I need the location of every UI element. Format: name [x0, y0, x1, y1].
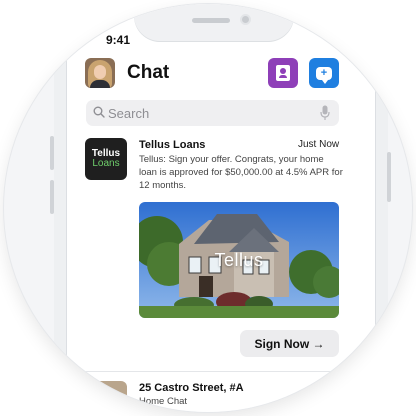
- image-brand-text: Tellus: [214, 250, 264, 270]
- page-title: Chat: [127, 62, 170, 83]
- status-time: 9:41: [106, 33, 131, 47]
- tellus-loans-logo[interactable]: Tellus Loans: [85, 138, 127, 180]
- profile-avatar[interactable]: [85, 58, 115, 88]
- phone-right-edge: [375, 4, 388, 412]
- front-camera: [240, 14, 251, 25]
- volume-up-button: [50, 136, 54, 170]
- message-divider: [84, 371, 340, 372]
- message-time: Just Now: [298, 139, 340, 150]
- logo-line-2: Loans: [92, 158, 120, 169]
- speaker-grille: [192, 18, 230, 23]
- search-input[interactable]: [108, 105, 308, 121]
- phone-mockup-frame: 9:41 Chat + Tellus Loans Tellus Loans Ju…: [4, 4, 412, 412]
- compose-button[interactable]: +: [309, 58, 339, 88]
- search-icon: [93, 106, 105, 118]
- message-image-card[interactable]: Tellus: [139, 202, 339, 318]
- compose-message-icon: +: [316, 66, 332, 84]
- contacts-button[interactable]: [268, 58, 298, 88]
- message-sender[interactable]: Tellus Loans: [139, 139, 205, 151]
- volume-down-button: [50, 180, 54, 214]
- power-button: [387, 152, 391, 202]
- sign-now-button[interactable]: Sign Now →: [240, 330, 339, 357]
- contacts-icon: [276, 65, 290, 81]
- microphone-icon[interactable]: [320, 105, 330, 121]
- property-avatar[interactable]: [85, 381, 127, 412]
- message-preview[interactable]: Tellus: Sign your offer. Congrats, your …: [139, 153, 344, 192]
- message-sender[interactable]: 25 Castro Street, #A: [139, 382, 244, 394]
- search-bar[interactable]: [86, 100, 339, 126]
- message-preview[interactable]: Home Chat: [139, 396, 187, 407]
- phone-notch: [134, 4, 294, 42]
